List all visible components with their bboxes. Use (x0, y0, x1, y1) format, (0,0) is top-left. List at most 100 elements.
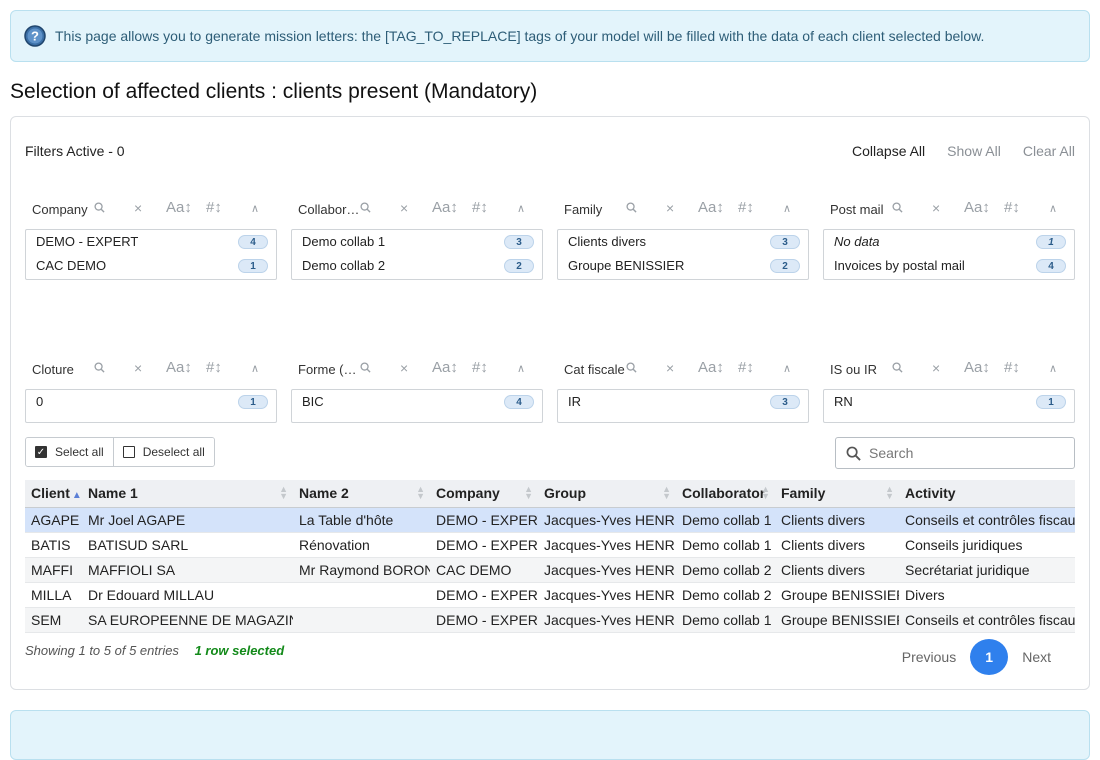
cell-name1: Mr Joel AGAPE (82, 507, 293, 533)
sort-count-icon[interactable]: #↕ (738, 359, 754, 376)
search-icon[interactable] (626, 362, 637, 373)
previous-page-button[interactable]: Previous (888, 649, 970, 665)
pane-option[interactable]: RN 1 (834, 390, 1066, 414)
table-row[interactable]: AGAPE Mr Joel AGAPE La Table d'hôte DEMO… (25, 507, 1075, 533)
filter-actions: Collapse All Show All Clear All (852, 143, 1075, 159)
search-icon[interactable] (360, 202, 371, 213)
pane-option[interactable]: Invoices by postal mail 4 (834, 254, 1066, 278)
pane-title: Cloture (32, 362, 74, 377)
pane-option[interactable]: Demo collab 13 (302, 230, 534, 254)
cell-company: DEMO - EXPERT (430, 507, 538, 533)
section-title: Selection of affected clients : clients … (10, 80, 538, 103)
select-all-button[interactable]: ✓ Select all (26, 438, 113, 466)
pane-option[interactable]: Demo collab 22 (302, 254, 534, 278)
search-icon[interactable] (94, 362, 105, 373)
search-icon[interactable] (892, 202, 903, 213)
column-header[interactable]: Name 2 ▲ ▼ (293, 480, 430, 508)
sort-count-icon[interactable]: #↕ (738, 199, 754, 216)
table-row[interactable]: BATIS BATISUD SARL Rénovation DEMO - EXP… (25, 532, 1075, 558)
deselect-all-button[interactable]: Deselect all (112, 438, 214, 466)
column-header[interactable]: Client ▲ (25, 480, 82, 508)
column-header[interactable]: Activity (899, 480, 1075, 508)
clear-icon[interactable]: × (134, 200, 142, 216)
collapse-icon[interactable]: ∧ (1049, 362, 1057, 375)
collapse-icon[interactable]: ∧ (251, 202, 259, 215)
help-icon: ? (24, 25, 46, 47)
count-badge: 3 (504, 235, 534, 249)
pane-option[interactable]: CAC DEMO 1 (36, 254, 268, 278)
clear-icon[interactable]: × (666, 360, 674, 376)
cell-name2: Mr Raymond BORON (293, 557, 430, 583)
column-header[interactable]: Company ▲ ▼ (430, 480, 538, 508)
table-row[interactable]: SEM SA EUROPEENNE DE MAGAZINES DEMO - EX… (25, 607, 1075, 633)
sort-count-icon[interactable]: #↕ (1004, 199, 1020, 216)
collapse-icon[interactable]: ∧ (517, 202, 525, 215)
collapse-icon[interactable]: ∧ (783, 362, 791, 375)
clear-icon[interactable]: × (932, 200, 940, 216)
pane-list: No data 1 Invoices by postal mail 4 (823, 229, 1075, 280)
column-header[interactable]: Collaborator ▲ ▼ (676, 480, 775, 508)
cell-group: Jacques-Yves HENRI (538, 557, 676, 583)
sort-count-icon[interactable]: #↕ (1004, 359, 1020, 376)
sort-alpha-icon[interactable]: Aa↕ (698, 359, 724, 376)
cell-activity: Conseils juridiques (899, 532, 1075, 558)
clear-icon[interactable]: × (666, 200, 674, 216)
cell-name1: MAFFIOLI SA (82, 557, 293, 583)
pane-option[interactable]: Clients divers 3 (568, 230, 800, 254)
sort-alpha-icon[interactable]: Aa↕ (166, 359, 192, 376)
show-all-button[interactable]: Show All (947, 143, 1001, 159)
count-badge: 1 (238, 395, 268, 409)
search-input[interactable] (867, 444, 1067, 462)
cell-client: BATIS (25, 532, 82, 558)
collapse-icon[interactable]: ∧ (517, 362, 525, 375)
table-row[interactable]: MAFFI MAFFIOLI SA Mr Raymond BORON CAC D… (25, 557, 1075, 583)
column-header[interactable]: Group ▲ ▼ (538, 480, 676, 508)
collapse-icon[interactable]: ∧ (1049, 202, 1057, 215)
pane-title: Family (564, 202, 603, 217)
search-icon[interactable] (626, 202, 637, 213)
cell-name2: La Table d'hôte (293, 507, 430, 533)
collapse-icon[interactable]: ∧ (783, 202, 791, 215)
search-icon[interactable] (360, 362, 371, 373)
pane-title: IS ou IR (830, 362, 877, 377)
pane-option[interactable]: 01 (36, 390, 268, 414)
info-banner-text: This page allows you to generate mission… (55, 28, 985, 44)
sort-alpha-icon[interactable]: Aa↕ (698, 199, 724, 216)
clear-icon[interactable]: × (400, 200, 408, 216)
collapse-all-button[interactable]: Collapse All (852, 143, 925, 159)
search-icon[interactable] (94, 202, 105, 213)
search-icon[interactable] (892, 362, 903, 373)
pane-option[interactable]: DEMO - EXPERT 4 (36, 230, 268, 254)
column-header[interactable]: Name 1 ▲ ▼ (82, 480, 293, 508)
count-badge: 3 (770, 395, 800, 409)
clear-icon[interactable]: × (400, 360, 408, 376)
sort-alpha-icon[interactable]: Aa↕ (964, 199, 990, 216)
pane-option[interactable]: No data 1 (834, 230, 1066, 254)
pane-option[interactable]: IR 3 (568, 390, 800, 414)
sort-count-icon[interactable]: #↕ (206, 199, 222, 216)
info-banner: ? This page allows you to generate missi… (10, 10, 1090, 62)
sort-alpha-icon[interactable]: Aa↕ (166, 199, 192, 216)
clear-icon[interactable]: × (134, 360, 142, 376)
cell-activity: Secrétariat juridique (899, 557, 1075, 583)
collapse-icon[interactable]: ∧ (251, 362, 259, 375)
pane-option[interactable]: BIC 4 (302, 390, 534, 414)
checkbox-checked-icon: ✓ (35, 446, 47, 458)
table-row[interactable]: MILLA Dr Edouard MILLAU DEMO - EXPERT Ja… (25, 582, 1075, 608)
next-page-button[interactable]: Next (1008, 649, 1065, 665)
sort-alpha-icon[interactable]: Aa↕ (964, 359, 990, 376)
filter-pane-is-ou-ir: IS ou IR × Aa↕ #↕ ∧ RN 1 (823, 359, 1075, 423)
page-1-button[interactable]: 1 (970, 639, 1009, 675)
count-badge: 1 (1036, 235, 1066, 249)
sort-alpha-icon[interactable]: Aa↕ (432, 359, 458, 376)
cell-family: Groupe BENISSIER (775, 582, 899, 608)
cell-family: Groupe BENISSIER (775, 607, 899, 633)
pane-option[interactable]: Groupe BENISSIER 2 (568, 254, 800, 278)
clear-icon[interactable]: × (932, 360, 940, 376)
column-header[interactable]: Family ▲ ▼ (775, 480, 899, 508)
sort-count-icon[interactable]: #↕ (206, 359, 222, 376)
sort-count-icon[interactable]: #↕ (472, 199, 488, 216)
clear-all-button[interactable]: Clear All (1023, 143, 1075, 159)
sort-count-icon[interactable]: #↕ (472, 359, 488, 376)
sort-alpha-icon[interactable]: Aa↕ (432, 199, 458, 216)
